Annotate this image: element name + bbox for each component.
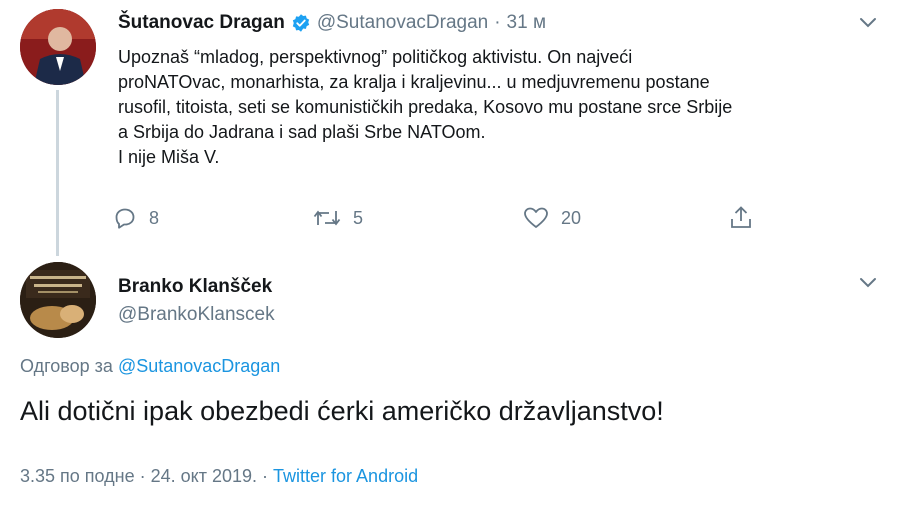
tweet-text-line: rusofil, titoista, seti se komunističkih… — [118, 97, 733, 117]
reply-author-handle[interactable]: @BrankoKlanscek — [118, 304, 275, 326]
retweet-icon — [313, 206, 353, 230]
chevron-down-icon[interactable] — [858, 276, 878, 295]
tweet-text: Upoznaš “mladog, perspektivnog” političk… — [118, 45, 858, 170]
tweet-header: Šutanovac Dragan @SutanovacDragan · 31 м — [118, 12, 546, 34]
separator-dot: · — [494, 12, 501, 33]
reply-author-name[interactable]: Branko Klanšček — [118, 276, 272, 298]
verified-icon — [291, 13, 311, 33]
reply-to-prefix: Одговор за — [20, 356, 113, 376]
reply-button[interactable]: 8 — [113, 206, 159, 230]
author-name[interactable]: Šutanovac Dragan — [118, 12, 285, 34]
thread-line — [56, 90, 59, 256]
reply-to-handle-link[interactable]: @SutanovacDragan — [118, 356, 280, 376]
reply-context: Одговор за @SutanovacDragan — [20, 356, 280, 377]
tweet-text-line: Upoznaš “mladog, perspektivnog” političk… — [118, 47, 633, 67]
like-button[interactable]: 20 — [523, 206, 581, 230]
share-icon — [729, 205, 765, 231]
share-button[interactable] — [729, 205, 765, 231]
heart-icon — [523, 206, 561, 230]
reply-author-avatar[interactable] — [20, 262, 96, 338]
retweet-count: 5 — [353, 207, 364, 228]
author-avatar[interactable] — [20, 9, 96, 85]
tweet-text-line: I nije Miša V. — [118, 147, 220, 167]
reply-icon — [113, 206, 149, 230]
reply-text: Ali dotični ipak obezbedi ćerki američko… — [20, 396, 664, 426]
retweet-button[interactable]: 5 — [313, 206, 363, 230]
chevron-down-icon[interactable] — [858, 16, 878, 35]
tweet-text-line: a Srbija do Jadrana i sad plaši Srbe NAT… — [118, 122, 486, 142]
tweet-timestamp[interactable]: 3.35 по подне · 24. окт 2019. · — [20, 466, 268, 486]
author-handle[interactable]: @SutanovacDragan — [317, 12, 488, 34]
tweet-time[interactable]: 31 м — [507, 12, 546, 34]
tweet-text-line: proNATOvac, monarhista, za kralja i kral… — [118, 72, 710, 92]
tweet-source-link[interactable]: Twitter for Android — [273, 466, 418, 486]
reply-count: 8 — [149, 207, 160, 228]
like-count: 20 — [561, 207, 582, 228]
tweet-meta: 3.35 по подне · 24. окт 2019. · Twitter … — [20, 466, 418, 487]
